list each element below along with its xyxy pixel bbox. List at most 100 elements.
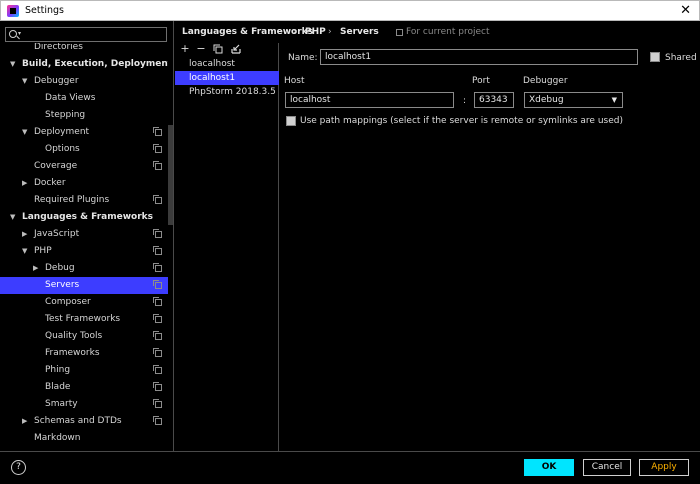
chevron-down-icon[interactable]: ▼ <box>10 209 15 226</box>
remove-icon[interactable]: − <box>195 43 207 55</box>
sidebar-item-label: Blade <box>45 382 71 392</box>
sidebar-item-smarty[interactable]: Smarty <box>0 396 168 413</box>
project-scope-icon <box>153 263 162 272</box>
phpstorm-app-icon <box>7 5 19 17</box>
debugger-select-value: Xdebug <box>529 95 564 105</box>
name-field[interactable]: localhost1 <box>320 49 638 65</box>
project-scope-label: For current project <box>406 27 490 37</box>
sidebar-item-php[interactable]: ▼ PHP <box>0 243 168 260</box>
sidebar-item-deployment[interactable]: ▼ Deployment <box>0 124 168 141</box>
search-input[interactable]: ▾ <box>5 27 167 42</box>
project-scope-icon <box>153 416 162 425</box>
sidebar-item-test-frameworks[interactable]: Test Frameworks <box>0 311 168 328</box>
sidebar-item-debugger[interactable]: ▼ Debugger <box>0 73 168 90</box>
server-list-item[interactable]: PhpStorm 2018.3.5 <box>175 85 279 99</box>
sidebar-item-label: Debugger <box>34 76 79 86</box>
project-scope-icon <box>153 399 162 408</box>
sidebar-item-label: Directories <box>34 43 83 52</box>
host-port-colon: : <box>463 96 467 106</box>
sidebar-item-phing[interactable]: Phing <box>0 362 168 379</box>
breadcrumb-separator: › <box>293 27 297 37</box>
chevron-down-icon[interactable]: ▼ <box>22 73 27 90</box>
project-scope-icon <box>153 161 162 170</box>
sidebar-item-label: Smarty <box>45 399 78 409</box>
sidebar-item-stepping[interactable]: Stepping <box>0 107 168 124</box>
server-list-item[interactable]: localhost1 <box>175 71 279 85</box>
sidebar-item-docker[interactable]: ▶ Docker <box>0 175 168 192</box>
project-scope-icon <box>153 246 162 255</box>
sidebar-item-label: Options <box>45 144 80 154</box>
sidebar-item-javascript[interactable]: ▶ JavaScript <box>0 226 168 243</box>
host-field[interactable]: localhost <box>285 92 454 108</box>
apply-button[interactable]: Apply <box>639 459 689 476</box>
debugger-select[interactable]: Xdebug ▼ <box>524 92 623 108</box>
sidebar-item-markdown[interactable]: Markdown <box>0 430 168 447</box>
sidebar-item-directories[interactable]: Directories <box>0 43 168 56</box>
chevron-down-icon[interactable]: ▼ <box>10 56 15 73</box>
shared-label: Shared <box>665 53 697 63</box>
copy-icon[interactable] <box>213 44 225 56</box>
sidebar-item-label: Servers <box>45 280 80 290</box>
sidebar-item-required-plugins[interactable]: Required Plugins <box>0 192 168 209</box>
cancel-button[interactable]: Cancel <box>583 459 631 476</box>
sidebar-item-composer[interactable]: Composer <box>0 294 168 311</box>
sidebar-item-options[interactable]: Options <box>0 141 168 158</box>
path-mappings-checkbox[interactable] <box>286 116 296 126</box>
help-icon[interactable]: ? <box>11 460 26 475</box>
project-scope-icon <box>153 365 162 374</box>
breadcrumb-separator: › <box>328 27 332 37</box>
sidebar-item-quality-tools[interactable]: Quality Tools <box>0 328 168 345</box>
sidebar-item-label: Debug <box>45 263 75 273</box>
chevron-down-icon[interactable]: ▾ <box>18 30 21 37</box>
chevron-down-icon[interactable]: ▼ <box>22 243 27 260</box>
sidebar-item-blade[interactable]: Blade <box>0 379 168 396</box>
sidebar-item-label: Composer <box>45 297 91 307</box>
sidebar-item-languages-frameworks[interactable]: ▼ Languages & Frameworks <box>0 209 168 226</box>
sidebar-item-coverage[interactable]: Coverage <box>0 158 168 175</box>
search-icon <box>9 30 17 38</box>
port-field[interactable]: 63343 <box>474 92 514 108</box>
scrollbar-thumb[interactable] <box>168 125 173 225</box>
sidebar-item-servers[interactable]: Servers <box>0 277 168 294</box>
chevron-down-icon[interactable]: ▼ <box>22 124 27 141</box>
sidebar-item-label: Quality Tools <box>45 331 103 341</box>
sidebar-item-label: Coverage <box>34 161 78 171</box>
chevron-right-icon[interactable]: ▶ <box>22 226 27 243</box>
sidebar-item-debug[interactable]: ▶ Debug <box>0 260 168 277</box>
sidebar-item-schemas-and-dtds[interactable]: ▶ Schemas and DTDs <box>0 413 168 430</box>
chevron-right-icon[interactable]: ▶ <box>22 413 27 430</box>
settings-sidebar: ▾ Directories ▼ Build, Execution, Deployme… <box>0 21 174 451</box>
sidebar-item-build-execution-deployment[interactable]: ▼ Build, Execution, Deployment <box>0 56 168 73</box>
project-scope-icon <box>153 348 162 357</box>
server-list-item[interactable]: loacalhost <box>175 57 279 71</box>
breadcrumb-item-php[interactable]: PHP <box>305 21 326 43</box>
close-icon[interactable]: ✕ <box>680 3 691 19</box>
sidebar-scrollbar[interactable] <box>168 43 173 451</box>
sidebar-item-label: PHP <box>34 246 52 256</box>
sidebar-item-frameworks[interactable]: Frameworks <box>0 345 168 362</box>
project-scope-icon <box>153 297 162 306</box>
breadcrumb: Languages & Frameworks › PHP › Servers F… <box>175 21 700 43</box>
project-scope-icon <box>153 314 162 323</box>
sidebar-item-label: Phing <box>45 365 71 375</box>
sidebar-item-label: Required Plugins <box>34 195 110 205</box>
import-icon[interactable] <box>231 44 243 56</box>
server-form: Name: localhost1 Shared Host Port Debugg… <box>280 43 700 451</box>
project-scope-icon <box>153 280 162 289</box>
shared-checkbox[interactable] <box>650 52 660 62</box>
servers-panel: + − loacalhost localhost1 PhpStorm 2018.3.… <box>175 43 279 451</box>
window-titlebar: Settings ✕ <box>0 0 700 21</box>
sidebar-item-label: Data Views <box>45 93 96 103</box>
add-icon[interactable]: + <box>179 43 191 55</box>
path-mappings-label: Use path mappings (select if the server … <box>300 116 623 126</box>
chevron-right-icon[interactable]: ▶ <box>22 175 27 192</box>
sidebar-item-label: JavaScript <box>34 229 80 239</box>
sidebar-item-data-views[interactable]: Data Views <box>0 90 168 107</box>
sidebar-item-label: Docker <box>34 178 66 188</box>
host-label: Host <box>284 76 305 86</box>
chevron-right-icon[interactable]: ▶ <box>33 260 38 277</box>
sidebar-item-label: Markdown <box>34 433 81 443</box>
ok-button[interactable]: OK <box>524 459 574 476</box>
project-scope-icon <box>396 29 403 36</box>
project-scope-icon <box>153 229 162 238</box>
